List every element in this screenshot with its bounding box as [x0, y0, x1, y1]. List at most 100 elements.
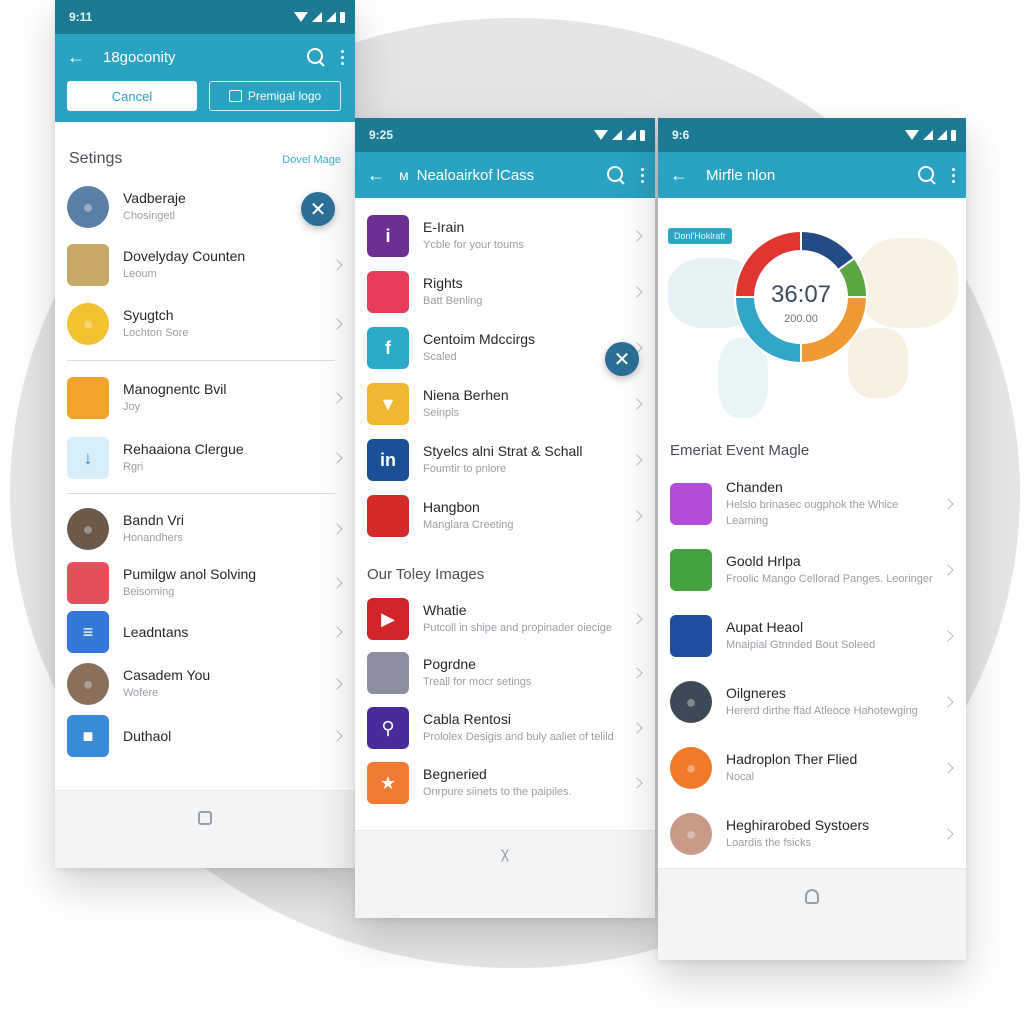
item-subtitle: Mnaipial Gtnnded Bout Soleed [726, 638, 876, 651]
list-item[interactable]: ● Oilgneres Hererd dirthe ffad Atleoce Hah… [658, 669, 966, 735]
item-title: Manognentc Bvil [123, 380, 227, 397]
more-vert-icon[interactable] [641, 167, 645, 183]
item-text: Begneried Onrpure siinets to the paipiles… [423, 766, 625, 801]
item-text: Leadntans [123, 624, 325, 640]
primary-button-label: Premigal logo [247, 89, 322, 103]
list-item[interactable]: ● Hadroplon Ther Flied Nocal [658, 735, 966, 801]
battery-icon [640, 129, 645, 141]
item-subtitle: Beisoming [123, 585, 175, 598]
list-item[interactable]: Dovelyday Counten Leoum [55, 236, 355, 294]
chart-tag[interactable]: Donl'Hoklrafr [668, 228, 732, 244]
chevron-right-icon [331, 626, 343, 638]
list-item[interactable]: Aupat Heaol Mnaipial Gtnnded Bout Soleed [658, 603, 966, 669]
list-item[interactable]: Manognentc Bvil Joy [55, 367, 355, 429]
chevron-right-icon [631, 613, 643, 625]
list-item[interactable]: Goold Hrlpa Froolic Mango Cellorad Panges… [658, 537, 966, 603]
list-item[interactable]: ▶ Whatie Putcoll in shipe and propinader o… [355, 591, 655, 647]
phone-screen-apps: 9:25 ← м Nealoairkof lCass i E-Irain Ycble… [355, 118, 655, 918]
item-title: Chanden [726, 478, 783, 495]
item-text: Cabla Rentosi Prololex Desigis and buly a… [423, 711, 625, 746]
hanger-icon[interactable]: χ [501, 845, 509, 918]
status-bar: 9:11 [55, 0, 355, 34]
chevron-right-icon [942, 498, 954, 510]
back-arrow-icon[interactable]: ← [367, 165, 395, 186]
bag-icon [67, 377, 109, 419]
action-bar: Cancel Premigal logo [55, 80, 355, 122]
chevron-right-icon [331, 678, 343, 690]
search-icon[interactable] [916, 164, 938, 186]
close-fab-button[interactable]: ✕ [605, 342, 639, 376]
signal-icon [626, 130, 636, 140]
chevron-right-icon [942, 696, 954, 708]
section-link[interactable]: Dovel Mage [282, 154, 341, 166]
section-title: Setings [69, 150, 123, 167]
item-title: Goold Hrlpa [726, 552, 801, 569]
item-text: Duthaol [123, 728, 325, 744]
back-arrow-icon[interactable]: ← [67, 47, 95, 68]
document-icon: ≡ [67, 611, 109, 653]
robot-icon[interactable] [805, 889, 819, 904]
avatar: ● [67, 186, 109, 228]
list-item[interactable]: Pogrdne Treall for mocr setings [355, 647, 655, 699]
item-title: Casadem You [123, 666, 211, 683]
item-text: Aupat Heaol Mnaipial Gtnnded Bout Soleed [726, 619, 936, 654]
item-subtitle: Joy [123, 400, 141, 413]
back-arrow-icon[interactable]: ← [670, 165, 698, 186]
app-logo-icon: м [399, 167, 409, 183]
list-item[interactable]: Chanden Helslo brinasec ougphok the Whice… [658, 471, 966, 537]
close-fab-button[interactable]: ✕ [301, 192, 335, 226]
list-item[interactable]: ■ Duthaol [55, 712, 355, 760]
list-item[interactable]: ▼ Niena Berhen Seinpis [355, 376, 655, 432]
chat-icon: ■ [67, 715, 109, 757]
item-title: Rights [423, 274, 463, 291]
item-subtitle: Froolic Mango Cellorad Panges. Leoringer [726, 572, 933, 585]
item-text: Goold Hrlpa Froolic Mango Cellorad Panges… [726, 553, 936, 588]
donut-chart: 36:07 200.00 [734, 230, 868, 364]
search-icon[interactable] [605, 164, 627, 186]
primary-logo-button[interactable]: Premigal logo [209, 81, 341, 111]
item-subtitle: Loardis the fsicks [726, 836, 811, 849]
item-title: E-Irain [423, 218, 465, 235]
info-icon: i [367, 215, 409, 257]
item-text: Hangbon Manglara Creeting [423, 499, 625, 534]
list-item[interactable]: ● Casadem You Wofere [55, 656, 355, 712]
world-map-chart: Donl'Hoklrafr 36:07 200.00 [658, 218, 966, 428]
app-bar: ← Mirfle nlon [658, 152, 966, 198]
square-icon[interactable] [198, 811, 212, 825]
section-title: Emeriat Event Magle [670, 442, 810, 459]
list-item[interactable]: in Styelcs alni Strat & Schall Foumtir to … [355, 432, 655, 488]
list-item[interactable]: ★ Begneried Onrpure siinets to the paipile… [355, 757, 655, 809]
list-item[interactable]: Rights Batt Benling [355, 264, 655, 320]
list-item[interactable]: ● Syugtch Lochton Sore [55, 294, 355, 354]
list-item[interactable]: ↓ Rehaaiona Clergue Rgri [55, 429, 355, 487]
bottom-nav [658, 868, 966, 960]
item-title: Pumilgw anol Solving [123, 565, 257, 582]
search-icon[interactable] [305, 46, 327, 68]
item-subtitle: Ycble for your toums [423, 238, 524, 251]
cancel-button[interactable]: Cancel [67, 81, 197, 111]
list-item[interactable]: ≡ Leadntans [55, 608, 355, 656]
divider [67, 493, 335, 494]
divider [67, 360, 335, 361]
item-title: Pogrdne [423, 655, 476, 672]
chevron-right-icon [331, 318, 343, 330]
creature-icon [670, 549, 712, 591]
list-item[interactable]: ● Heghirarobed Systoers Loardis the fsicks [658, 801, 966, 867]
list-item[interactable]: ● Bandn Vri Honandhers [55, 500, 355, 558]
inbox-icon [228, 90, 242, 102]
status-time: 9:25 [369, 128, 394, 142]
glasses-icon [367, 652, 409, 694]
more-vert-icon[interactable] [952, 167, 956, 183]
list-item[interactable]: Hangbon Manglara Creeting [355, 488, 655, 544]
star-icon: ★ [367, 762, 409, 804]
list-item[interactable]: i E-Irain Ycble for your toums [355, 208, 655, 264]
wifi-icon [905, 130, 919, 140]
item-text: Bandn Vri Honandhers [123, 512, 325, 547]
item-text: Centoim Mdccirgs Scaled [423, 331, 625, 366]
list-item[interactable]: ⚲ Cabla Rentosi Prololex Desigis and buly … [355, 699, 655, 757]
chevron-right-icon [631, 398, 643, 410]
wave-icon [670, 615, 712, 657]
more-vert-icon[interactable] [341, 49, 345, 65]
list-item[interactable]: Pumilgw anol Solving Beisoming [55, 558, 355, 608]
settings-header: Setings Dovel Mage [55, 122, 355, 178]
